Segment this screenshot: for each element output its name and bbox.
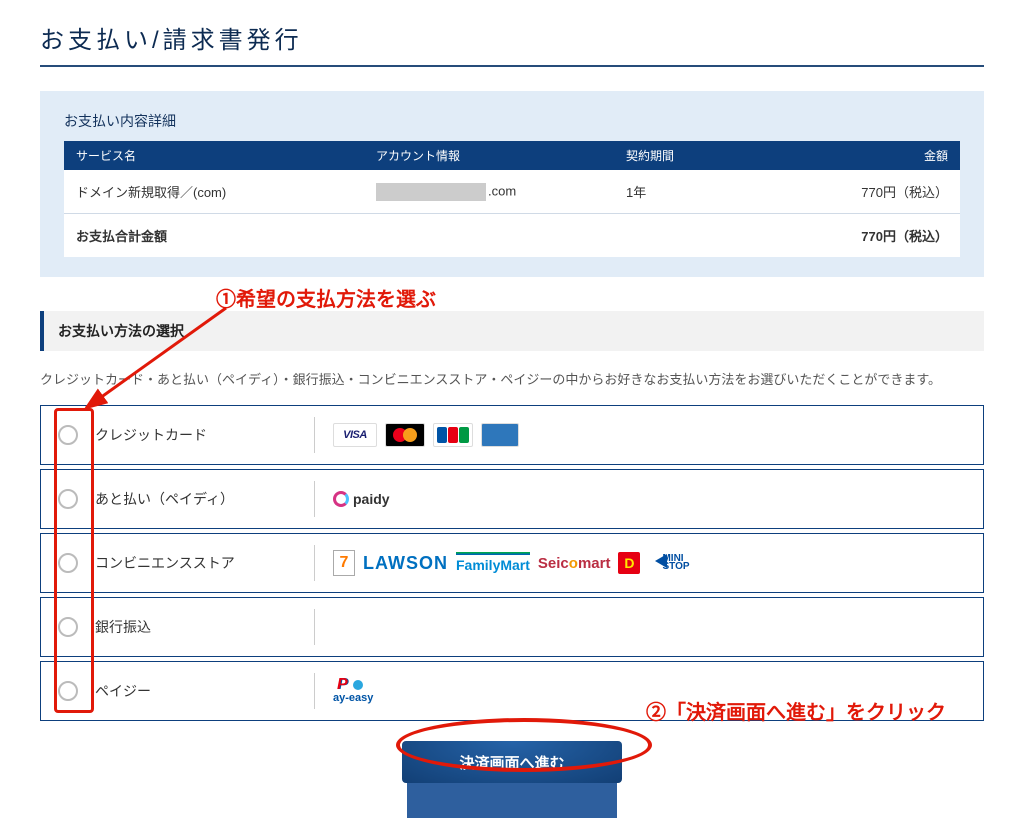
radio-convenience[interactable] [58, 553, 78, 573]
col-service: サービス名 [76, 147, 376, 164]
seven-eleven-logo: 7 [333, 550, 355, 576]
details-table-row: ドメイン新規取得／(com) .com 1年 770円（税込） [64, 170, 960, 214]
page-title: お支払い/請求書発行 [40, 20, 984, 67]
radio-payeasy[interactable] [58, 681, 78, 701]
option-convenience[interactable]: コンビニエンスストア 7 LAWSON FamilyMart Seicomart… [40, 533, 984, 593]
cell-term: 1年 [626, 182, 766, 201]
lawson-logo: LAWSON [363, 553, 448, 574]
daily-yamazaki-logo: D [618, 552, 640, 574]
option-bank-transfer[interactable]: 銀行振込 [40, 597, 984, 657]
option-label: コンビニエンスストア [95, 553, 235, 573]
col-account: アカウント情報 [376, 147, 626, 164]
visa-logo: VISA [333, 423, 377, 447]
total-amount: 770円（税込） [766, 226, 948, 245]
payeasy-logos: ay-easy [315, 678, 983, 704]
details-table-header: サービス名 アカウント情報 契約期間 金額 [64, 141, 960, 170]
col-term: 契約期間 [626, 147, 766, 164]
payment-method-list: クレジットカード VISA あと払い（ペイディ） paidy コンビニエンススト… [40, 405, 984, 721]
radio-credit-card[interactable] [58, 425, 78, 445]
ministop-logo: MINISTOP [648, 555, 689, 572]
details-heading: お支払い内容詳細 [64, 111, 960, 131]
option-label: 銀行振込 [95, 617, 151, 637]
option-label: ペイジー [95, 681, 151, 701]
radio-paidy[interactable] [58, 489, 78, 509]
option-label: あと払い（ペイディ） [95, 489, 234, 509]
amex-logo [481, 423, 519, 447]
cell-service: ドメイン新規取得／(com) [76, 182, 376, 201]
option-paidy[interactable]: あと払い（ペイディ） paidy [40, 469, 984, 529]
proceed-to-payment-button[interactable]: 決済画面へ進む [402, 741, 622, 783]
seicomart-logo: Seicomart [538, 555, 611, 572]
method-heading: お支払い方法の選択 [58, 321, 184, 341]
method-heading-bar: お支払い方法の選択 [40, 311, 984, 351]
cell-amount: 770円（税込） [766, 182, 948, 201]
convenience-logos: 7 LAWSON FamilyMart Seicomart D MINISTOP [315, 550, 983, 576]
method-description: クレジットカード・あと払い（ペイディ）・銀行振込・コンビニエンスストア・ペイジー… [40, 369, 984, 391]
payment-details-box: お支払い内容詳細 サービス名 アカウント情報 契約期間 金額 ドメイン新規取得／… [40, 91, 984, 277]
account-suffix: .com [488, 183, 516, 198]
cell-account: .com [376, 183, 626, 201]
credit-card-logos: VISA [315, 423, 983, 447]
total-label: お支払合計金額 [76, 226, 376, 245]
details-total-row: お支払合計金額 770円（税込） [64, 214, 960, 257]
option-payeasy[interactable]: ペイジー ay-easy [40, 661, 984, 721]
option-label: クレジットカード [95, 425, 207, 445]
mastercard-logo [385, 423, 425, 447]
familymart-logo: FamilyMart [456, 554, 530, 573]
option-credit-card[interactable]: クレジットカード VISA [40, 405, 984, 465]
masked-account [376, 183, 486, 201]
paidy-logo: paidy [333, 491, 390, 507]
jcb-logo [433, 423, 473, 447]
paidy-logos: paidy [315, 491, 983, 507]
payeasy-logo: ay-easy [333, 678, 373, 704]
col-amount: 金額 [766, 147, 948, 164]
radio-bank-transfer[interactable] [58, 617, 78, 637]
